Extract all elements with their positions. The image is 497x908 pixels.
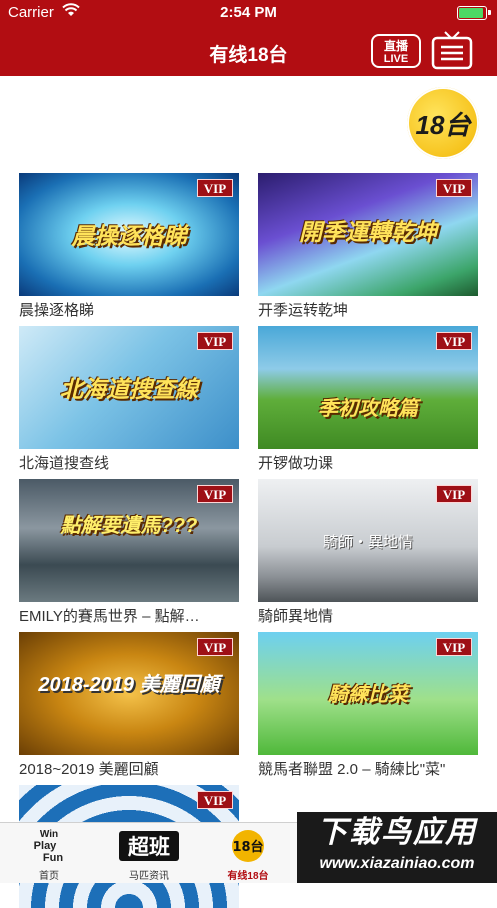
vip-badge: VIP <box>197 179 233 197</box>
thumbnail-title: 2018-2019 美麗回顧 <box>38 674 220 696</box>
watermark-title: 下载鸟应用 <box>317 816 477 849</box>
tab-label: 首页 <box>39 871 59 882</box>
program-tile[interactable]: 季初攻略篇 VIP 开锣做功课 <box>258 326 478 473</box>
program-tile[interactable]: 點解要遺馬??? VIP EMILY的賽馬世界 – 點解… <box>19 479 239 626</box>
channel-logo-text: 18台 <box>415 110 471 140</box>
svg-text:Play: Play <box>34 840 58 852</box>
vip-badge: VIP <box>436 485 472 503</box>
program-thumbnail[interactable]: 晨操逐格睇 VIP <box>19 173 239 296</box>
program-caption: 开季运转乾坤 <box>258 302 349 319</box>
channel-18-icon: 18台 <box>203 827 293 865</box>
thumbnail-title: 開季運轉乾坤 <box>299 219 437 245</box>
svg-text:Fun: Fun <box>43 852 63 864</box>
program-thumbnail[interactable]: 2018-2019 美麗回顧 VIP <box>19 632 239 755</box>
tab-channel-18[interactable]: 18台 有线18台 <box>203 827 293 882</box>
channel-18-logo: 18台 <box>407 87 479 159</box>
page-title: 有线18台 <box>209 45 288 66</box>
program-tile[interactable]: 騎練比菜 VIP 競馬者聯盟 2.0 – 騎練比"菜" <box>258 632 478 779</box>
thumbnail-title: 晨操逐格睇 <box>71 223 187 249</box>
program-thumbnail[interactable]: 開季運轉乾坤 VIP <box>258 173 478 296</box>
battery-icon <box>457 6 491 20</box>
program-caption: 2018~2019 美麗回顧 <box>19 761 159 778</box>
vip-badge: VIP <box>197 638 233 656</box>
win-play-fun-icon: Win Play Fun <box>4 827 94 865</box>
vip-badge: VIP <box>197 485 233 503</box>
program-tile[interactable]: 2018-2019 美麗回顧 VIP 2018~2019 美麗回顧 <box>19 632 239 779</box>
super-class-icon: 超班 <box>104 827 194 865</box>
program-caption: 騎師異地情 <box>258 608 334 625</box>
live-label-en: LIVE <box>383 53 409 65</box>
tab-home[interactable]: Win Play Fun 首页 <box>4 827 94 882</box>
program-tile[interactable]: 北海道搜查線 VIP 北海道搜查线 <box>19 326 239 473</box>
svg-text:18台: 18台 <box>232 839 263 855</box>
thumbnail-title: 騎練比菜 <box>328 684 408 706</box>
program-thumbnail[interactable]: 騎師・異地情 VIP <box>258 479 478 602</box>
program-thumbnail[interactable]: 季初攻略篇 VIP <box>258 326 478 449</box>
svg-text:超班: 超班 <box>128 835 170 859</box>
program-caption: 北海道搜查线 <box>19 455 110 472</box>
tab-label: 有线18台 <box>227 871 269 882</box>
vip-badge: VIP <box>197 332 233 350</box>
program-tile[interactable]: 騎師・異地情 VIP 騎師異地情 <box>258 479 478 626</box>
vip-badge: VIP <box>436 332 472 350</box>
program-thumbnail[interactable]: 騎練比菜 VIP <box>258 632 478 755</box>
program-thumbnail[interactable]: 點解要遺馬??? VIP <box>19 479 239 602</box>
program-caption: 競馬者聯盟 2.0 – 騎練比"菜" <box>258 761 446 778</box>
status-bar: Carrier 2:54 PM <box>0 0 497 26</box>
site-watermark: 下载鸟应用 www.xiazainiao.com <box>297 812 497 883</box>
thumbnail-title: 騎師・異地情 <box>322 534 413 551</box>
vip-badge: VIP <box>197 791 233 809</box>
thumbnail-title: 點解要遺馬??? <box>60 515 198 537</box>
tab-label: 马匹资讯 <box>129 871 169 882</box>
program-tile[interactable]: 晨操逐格睇 VIP 晨操逐格睇 <box>19 173 239 320</box>
vip-badge: VIP <box>436 179 472 197</box>
watermark-url: www.xiazainiao.com <box>319 855 475 872</box>
program-caption: 开锣做功课 <box>258 455 334 472</box>
program-caption: EMILY的賽馬世界 – 點解… <box>19 608 200 625</box>
tv-menu-icon[interactable] <box>431 30 473 70</box>
vip-badge: VIP <box>436 638 472 656</box>
program-caption: 晨操逐格睇 <box>19 302 95 319</box>
navigation-bar: 有线18台 直播 LIVE <box>0 26 497 76</box>
live-broadcast-button[interactable]: 直播 LIVE <box>371 34 421 68</box>
tab-horse-info[interactable]: 超班 马匹资讯 <box>104 827 194 882</box>
thumbnail-title: 北海道搜查線 <box>60 376 198 402</box>
program-tile[interactable]: 開季運轉乾坤 VIP 开季运转乾坤 <box>258 173 478 320</box>
clock: 2:54 PM <box>220 4 277 21</box>
svg-text:Win: Win <box>40 829 58 840</box>
live-label-cn: 直播 <box>383 39 408 53</box>
program-thumbnail[interactable]: 北海道搜查線 VIP <box>19 326 239 449</box>
thumbnail-title: 季初攻略篇 <box>318 398 418 420</box>
